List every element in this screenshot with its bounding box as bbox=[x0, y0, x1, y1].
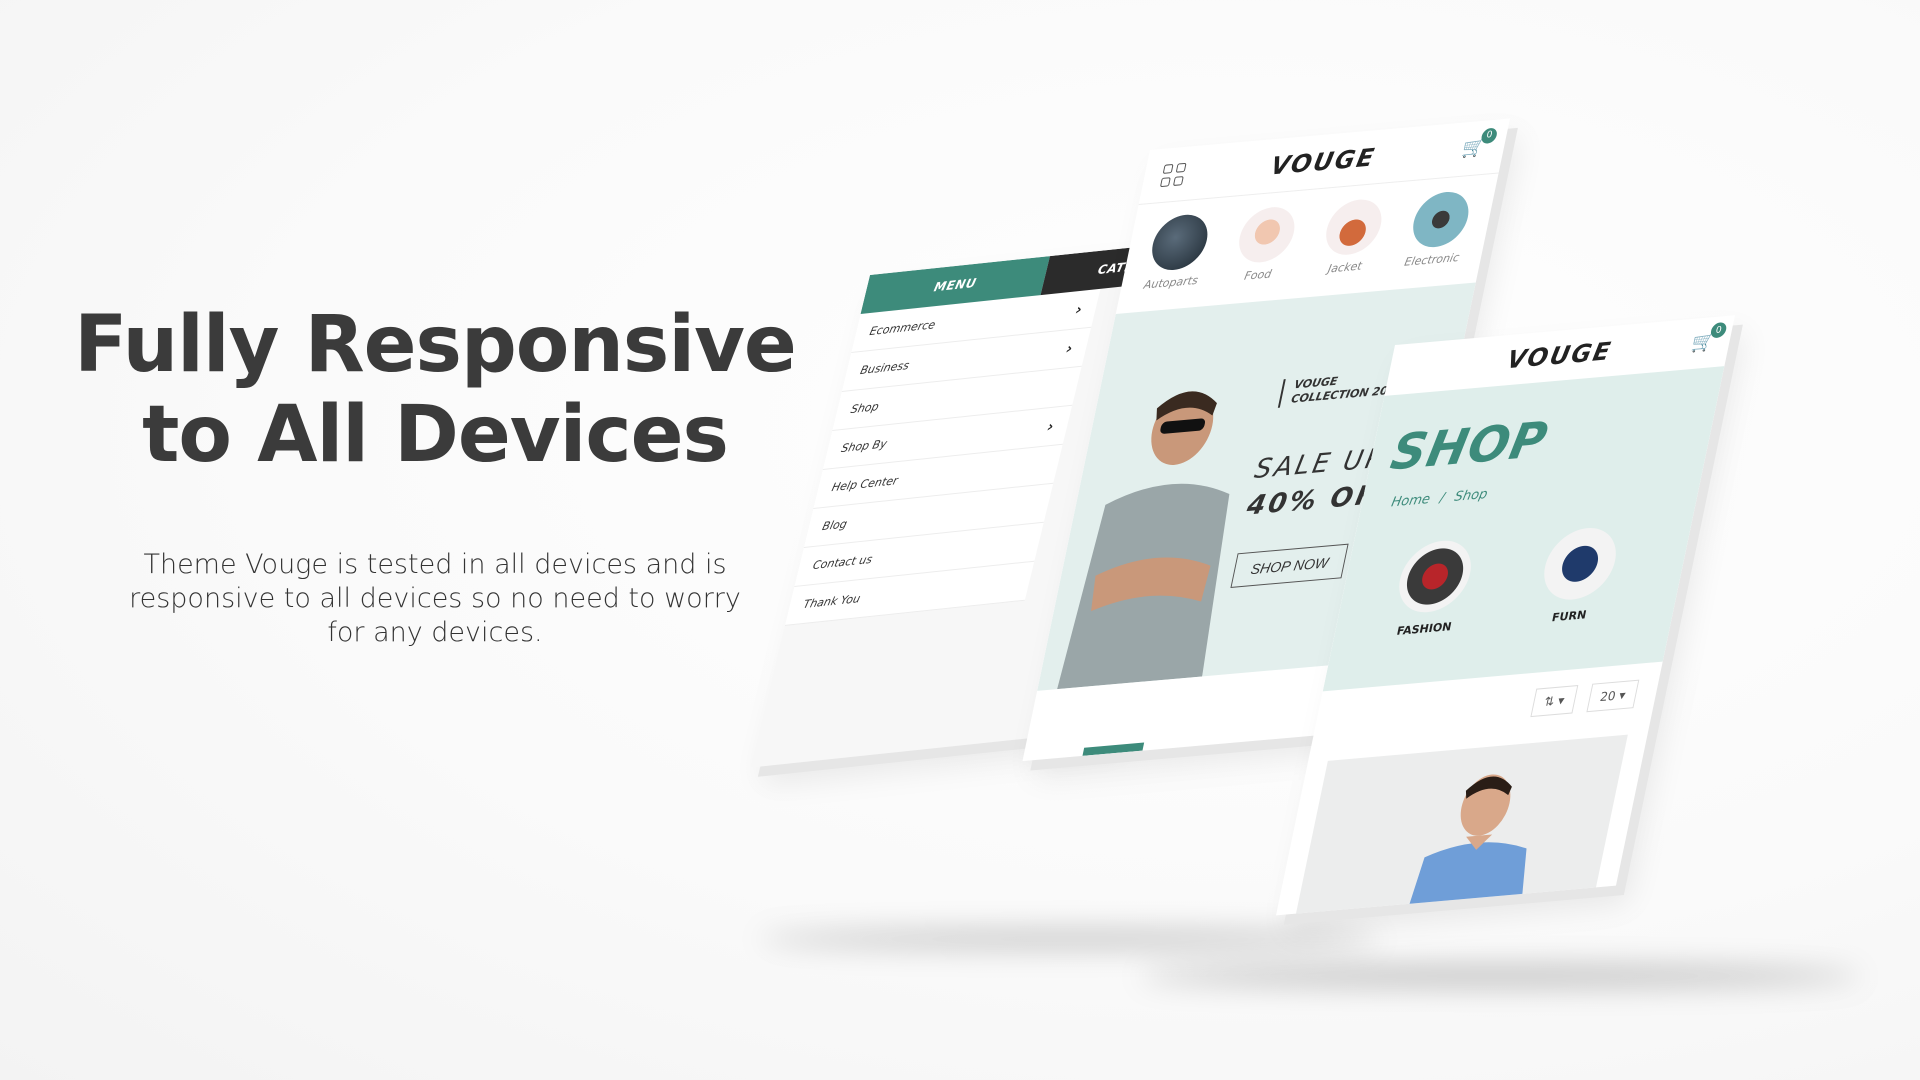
menu-item-label: Business bbox=[858, 358, 911, 378]
food-thumbnail bbox=[1233, 204, 1300, 265]
sort-icon[interactable]: ⇅ ▾ bbox=[1530, 684, 1579, 718]
category-jacket[interactable]: Jacket bbox=[1308, 197, 1396, 278]
shop-hero: SHOP Home / Shop FASHION FURN bbox=[1322, 366, 1725, 692]
product-card[interactable] bbox=[1289, 734, 1628, 916]
category-label: FASHION bbox=[1395, 619, 1453, 638]
grid-menu-icon[interactable] bbox=[1160, 162, 1187, 187]
shop-category-furniture[interactable]: FURN bbox=[1533, 525, 1623, 626]
slider-indicator[interactable] bbox=[1082, 742, 1145, 756]
chevron-right-icon[interactable]: › bbox=[1065, 340, 1075, 357]
menu-item-label: Ecommerce bbox=[868, 317, 937, 339]
site-logo[interactable]: VOUGE bbox=[1268, 143, 1378, 181]
category-label: Food bbox=[1243, 267, 1273, 283]
chevron-right-icon[interactable]: › bbox=[1074, 301, 1084, 318]
menu-item-label: Blog bbox=[820, 517, 849, 534]
cart-count-badge: 0 bbox=[1480, 127, 1499, 144]
autoparts-thumbnail bbox=[1146, 212, 1213, 273]
category-label: Electronic bbox=[1403, 250, 1461, 269]
category-autoparts[interactable]: Autoparts bbox=[1134, 212, 1222, 293]
menu-list: Ecommerce › Business › Shop Shop By › He… bbox=[784, 288, 1101, 626]
breadcrumb-current: Shop bbox=[1452, 486, 1489, 505]
electronic-thumbnail bbox=[1407, 189, 1474, 250]
page-title: SHOP bbox=[1386, 411, 1553, 482]
category-label: Autoparts bbox=[1142, 273, 1200, 292]
product-image bbox=[1399, 774, 1527, 916]
per-page-value: 20 bbox=[1598, 688, 1617, 705]
shop-now-button[interactable]: SHOP NOW bbox=[1230, 543, 1349, 588]
fashion-thumbnail bbox=[1392, 537, 1478, 616]
cart-button[interactable]: 🛒 0 bbox=[1460, 127, 1499, 161]
breadcrumb-separator: / bbox=[1438, 490, 1447, 507]
menu-item-label: Help Center bbox=[830, 473, 900, 495]
per-page-select[interactable]: 20 ▾ bbox=[1586, 679, 1640, 713]
site-logo[interactable]: VOUGE bbox=[1505, 337, 1615, 375]
cart-button[interactable]: 🛒 0 bbox=[1689, 321, 1728, 356]
cart-count-badge: 0 bbox=[1709, 321, 1728, 339]
menu-item-label: Contact us bbox=[811, 552, 874, 573]
category-label: Jacket bbox=[1326, 259, 1364, 276]
menu-item-label: Shop bbox=[849, 399, 881, 417]
category-label: FURN bbox=[1550, 608, 1588, 625]
furniture-thumbnail bbox=[1537, 525, 1623, 603]
chevron-right-icon[interactable]: › bbox=[1046, 418, 1056, 435]
shop-category-fashion[interactable]: FASHION bbox=[1388, 537, 1478, 639]
breadcrumb-home[interactable]: Home bbox=[1390, 492, 1432, 511]
breadcrumb: Home / Shop bbox=[1390, 487, 1489, 511]
device-mockup-scene: MENU CATEGORY Ecommerce › Business › Sho… bbox=[0, 0, 1920, 1080]
menu-item-label: Thank You bbox=[801, 591, 862, 612]
jacket-thumbnail bbox=[1320, 197, 1387, 258]
category-food[interactable]: Food bbox=[1221, 204, 1309, 285]
menu-item-label: Shop By bbox=[839, 437, 889, 456]
category-electronic[interactable]: Electronic bbox=[1395, 189, 1483, 270]
